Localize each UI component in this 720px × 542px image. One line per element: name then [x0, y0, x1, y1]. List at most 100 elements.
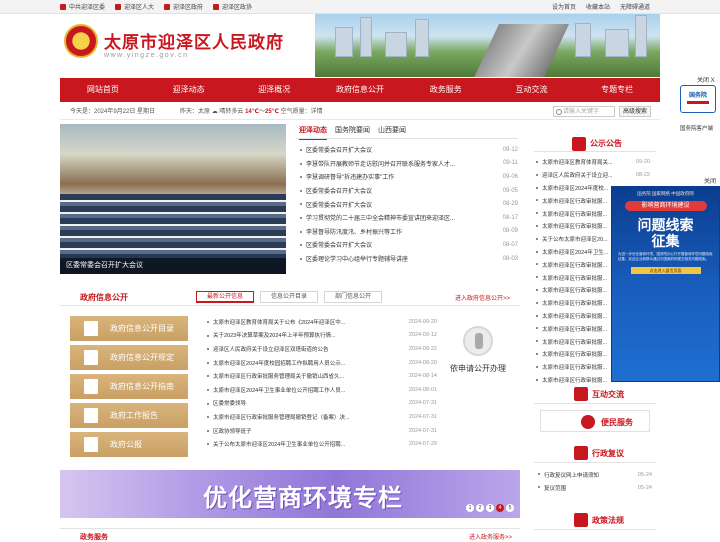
nav-services[interactable]: 政务服务 [403, 78, 489, 102]
search-doc-icon [84, 379, 98, 394]
open-info-more-link[interactable]: 进入政府信息公开>> [455, 293, 510, 302]
list-item[interactable]: 太原市迎泽区2024年度校园招聘工作拟聘用人员公示... 2024-08-20 [207, 356, 437, 370]
meeting-photo [60, 194, 286, 254]
air-quality-label: 空气质量： [280, 109, 311, 115]
flag-icon [60, 3, 66, 10]
list-item[interactable]: 太原市迎泽区教育体育局关于公布《2024年迎泽区中... 2024-09-20 [207, 315, 437, 329]
list-item[interactable]: 太原市迎泽区教育体育局关... 09-20 [536, 156, 650, 169]
list-item[interactable]: 复议范围 05-24 [538, 481, 652, 494]
list-item[interactable]: 太原市迎泽区2024年卫生事业单位公开招聘工作人员... 2024-08-01 [207, 383, 437, 397]
floating-ad[interactable]: 国务院 国家网络 中国政府网 影响营商环境建设 问题线索 征集 为进一步优化营商… [611, 186, 720, 382]
flag-icon [213, 3, 220, 10]
business-environment-banner[interactable]: 优化营商环境专栏 1 2 3 4 5 [60, 470, 520, 518]
policy-header[interactable]: 政策法规 [534, 510, 656, 530]
convenience-service-button[interactable]: 便民服务 [540, 410, 650, 432]
list-item[interactable]: 行政复议网上申请须知 05-24 [538, 468, 652, 481]
list-item[interactable]: 区委常委会召开扩大会议 09-05 [300, 184, 518, 198]
state-council-client-label[interactable]: 国务院客户端 [680, 124, 713, 132]
banner-page-1[interactable]: 1 [466, 504, 474, 512]
banner-text: 优化营商环境专栏 [203, 483, 403, 512]
list-item[interactable]: 区委常委会召开扩大会议 09-12 [300, 143, 518, 157]
list-item[interactable]: 李慧带队开展教师节走访慰问并召开联系服务专家人才... 09-11 [300, 157, 518, 171]
list-item[interactable]: 太原市迎泽区行政审批服务管理局关于撤销山西省久... 2024-08-14 [207, 369, 437, 383]
tab-info-catalog[interactable]: 信息公开目录 [260, 291, 318, 303]
nav-overview[interactable]: 迎泽概况 [231, 78, 317, 102]
list-item[interactable]: 区委常委领导 2024-07-31 [207, 397, 437, 411]
banner-page-4[interactable]: 4 [496, 504, 504, 512]
regulations-button[interactable]: 政府信息公开规定 [70, 345, 188, 370]
flag-icon [115, 3, 122, 10]
temp-high: 25℃ [265, 109, 279, 115]
advanced-search-button[interactable]: 高级搜索 [619, 106, 651, 117]
catalog-button[interactable]: 政府信息公开目录 [70, 316, 188, 341]
ad-tag: 影响营商环境建设 [624, 201, 707, 211]
top-link-gov[interactable]: 迎泽区政府 [164, 2, 203, 11]
banner-page-5[interactable]: 5 [506, 504, 514, 512]
nav-open-info[interactable]: 政府信息公开 [317, 78, 403, 102]
list-item[interactable]: 学习贯彻党的二十届三中全会精神市委宣讲团来迎泽区... 08-17 [300, 211, 518, 225]
nav-topics[interactable]: 专题专栏 [574, 78, 660, 102]
news-list: 区委常委会召开扩大会议 09-12 李慧带队开展教师节走访慰问并召开联系服务专家人… [300, 143, 518, 265]
convenience-service-label: 便民服务 [601, 418, 633, 427]
banner-page-2[interactable]: 2 [476, 504, 484, 512]
set-homepage-link[interactable]: 设为首页 [552, 2, 576, 11]
list-item[interactable]: 李慧督导防汛度汛、乡村振兴等工作 08-09 [300, 225, 518, 239]
review-list: 行政复议网上申请须知 05-24 复议范围 05-24 [538, 468, 652, 494]
list-item[interactable]: 关于2023年决算草案及2024年上半年预算执行情... 2024-09-12 [207, 329, 437, 343]
list-item[interactable]: 区政协领导班子 2024-07-31 [207, 424, 437, 438]
cloud-icon: ☁ [211, 109, 218, 115]
top-bar: 中共迎泽区委 迎泽区人大 迎泽区政府 迎泽区政协 设为首页 收藏本站 无障碍通道 [0, 0, 720, 14]
tab-latest-info[interactable]: 最新公开信息 [196, 291, 254, 303]
ad-enter-button[interactable]: 点击进入留言页面 [630, 267, 701, 274]
list-item[interactable]: 太原市迎泽区行政审批服务管理局撤销登记（备案）决... 2024-07-31 [207, 410, 437, 424]
nav-home[interactable]: 网站首页 [60, 78, 146, 102]
work-report-button[interactable]: 政府工作报告 [70, 403, 188, 428]
apply-disclosure-button[interactable]: 依申请公开办理 [440, 326, 516, 374]
current-date: 今天是：2024年9月22日 星期日 [70, 109, 156, 115]
list-item[interactable]: 迎泽区人民政府关于设立迎泽区双塔街道的公告 2024-08-22 [207, 342, 437, 356]
gov-logo-close-button[interactable]: 关闭 X [697, 75, 715, 84]
interaction-title: 互动交流 [592, 390, 624, 399]
news-slideshow[interactable]: 区委常委会召开扩大会议 [60, 124, 286, 274]
interaction-header[interactable]: 互动交流 [534, 384, 656, 404]
bookmark-link[interactable]: 收藏本站 [586, 2, 610, 11]
notices-title[interactable]: 公示公告 [590, 138, 622, 149]
weather-widget: 昨天：太原 ☁ 晴转多云 14℃～25℃ 空气质量：详情 [180, 104, 323, 120]
ad-body: 为进一步优化营商环境，国务院办公厅开展营商环境问题线索征集，欢迎企业和群众通过中… [618, 252, 713, 261]
nav-news[interactable]: 迎泽动态 [146, 78, 232, 102]
search-input[interactable]: 请输入关键字 [553, 106, 615, 117]
list-item[interactable]: 区委常委会召开扩大会议 08-07 [300, 238, 518, 252]
flag-icon [164, 3, 171, 10]
site-url: www.yingze.gov.cn [104, 52, 189, 59]
weather-city: 太原 [198, 109, 211, 115]
top-link-party[interactable]: 中共迎泽区委 [60, 2, 105, 11]
ad-close-button[interactable]: 关闭 [704, 176, 716, 185]
list-item[interactable]: 区委理论学习中心组举行专题辅导讲座 08-03 [300, 252, 518, 266]
list-item[interactable]: 关于公布太原市迎泽区2024年卫生事业单位公开招聘... 2024-07-29 [207, 437, 437, 451]
list-item[interactable]: 区委常委会召开扩大会议 08-29 [300, 197, 518, 211]
top-right-links: 设为首页 收藏本站 无障碍通道 [552, 2, 650, 11]
air-quality-link[interactable]: 详情 [311, 109, 323, 115]
banner-page-3[interactable]: 3 [486, 504, 494, 512]
policy-title: 政策法规 [592, 516, 624, 525]
accessibility-link[interactable]: 无障碍通道 [620, 2, 650, 11]
top-link-cppcc[interactable]: 迎泽区政协 [213, 2, 252, 11]
list-item[interactable]: 李慧调研督导"拆违建办实事"工作 09-06 [300, 170, 518, 184]
services-title[interactable]: 政务服务 [80, 532, 108, 542]
nav-interaction[interactable]: 互动交流 [489, 78, 575, 102]
scales-icon [574, 446, 588, 460]
hand-pointer-icon [463, 326, 493, 356]
top-link-npc[interactable]: 迎泽区人大 [115, 2, 154, 11]
slide-caption[interactable]: 区委常委会召开扩大会议 [60, 258, 286, 274]
site-header: 太原市迎泽区人民政府 www.yingze.gov.cn [60, 14, 660, 77]
guide-button[interactable]: 政府信息公开指南 [70, 374, 188, 399]
review-header[interactable]: 行政复议 [534, 443, 656, 463]
tab-dept-info[interactable]: 部门信息公开 [324, 291, 382, 303]
site-name: 太原市迎泽区人民政府 [104, 33, 284, 53]
list-item[interactable]: 迎泽区人民政府关于设立迎... 08-22 [536, 169, 650, 182]
heart-icon [581, 415, 595, 429]
top-links: 中共迎泽区委 迎泽区人大 迎泽区政府 迎泽区政协 [60, 2, 252, 11]
apply-disclosure-label: 依申请公开办理 [450, 364, 506, 373]
state-council-logo[interactable]: 国务院 [680, 85, 716, 113]
gazette-button[interactable]: 政府公报 [70, 432, 188, 457]
